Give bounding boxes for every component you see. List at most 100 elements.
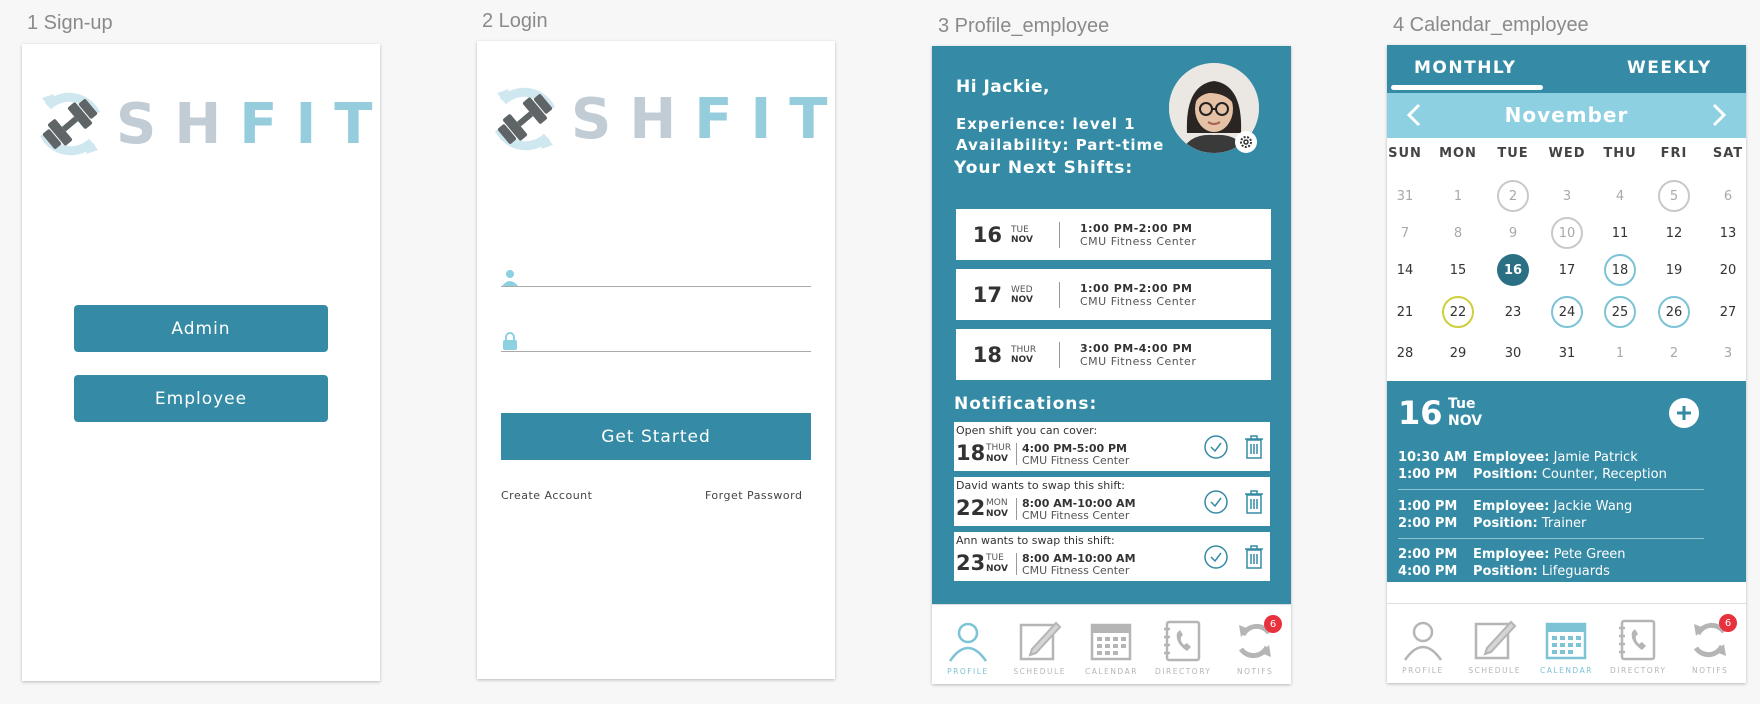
next-shifts-title: Your Next Shifts:: [954, 158, 1134, 178]
agenda-day: 16: [1398, 394, 1443, 432]
weekday-header: WED: [1548, 146, 1586, 161]
calendar-day[interactable]: 16: [1497, 254, 1529, 286]
agenda-month: NOV: [1448, 413, 1483, 429]
trash-icon[interactable]: [1243, 434, 1265, 460]
calendar-day[interactable]: 11: [1604, 217, 1636, 249]
calendar-day[interactable]: 28: [1389, 337, 1421, 369]
calendar-icon: [1091, 623, 1132, 661]
calendar-day[interactable]: 2: [1497, 180, 1529, 212]
calendar-day[interactable]: 19: [1658, 254, 1690, 286]
calendar-day[interactable]: 10: [1551, 217, 1583, 249]
calendar-day[interactable]: 5: [1658, 180, 1690, 212]
username-input[interactable]: [519, 264, 811, 286]
calendar-day[interactable]: 30: [1497, 337, 1529, 369]
artboard-label-login: 2 Login: [482, 10, 548, 32]
trash-icon[interactable]: [1243, 544, 1265, 570]
calendar-day[interactable]: 23: [1497, 296, 1529, 328]
calendar-day[interactable]: 27: [1712, 296, 1744, 328]
tab-schedule[interactable]: SCHEDULE: [1007, 619, 1073, 676]
artboard-label-calendar: 4 Calendar_employee: [1393, 14, 1589, 36]
settings-button[interactable]: [1235, 131, 1257, 153]
shift-time: 3:00 PM-4:00 PM: [1080, 341, 1193, 355]
notification-month: NOV: [986, 509, 1008, 519]
tab-profile[interactable]: PROFILE: [935, 619, 1001, 676]
add-event-button[interactable]: [1669, 398, 1699, 428]
calendar-day[interactable]: 3: [1712, 337, 1744, 369]
event-end: 2:00 PM: [1398, 516, 1458, 531]
calendar-day[interactable]: 1: [1604, 337, 1636, 369]
agenda-event[interactable]: 1:00 PM Employee: Jackie Wang 2:00 PM Posi…: [1398, 499, 1704, 533]
calendar-day[interactable]: 9: [1497, 217, 1529, 249]
artboard-label-profile: 3 Profile_employee: [938, 15, 1110, 37]
tab-label: CALENDAR: [1540, 666, 1593, 675]
tab-calendar[interactable]: CALENDAR: [1533, 618, 1599, 675]
accept-check-icon[interactable]: [1204, 435, 1228, 459]
calendar-day[interactable]: 1: [1442, 180, 1474, 212]
tab-bar: PROFILE SCHEDULE CALENDAR DIRECTORY NOTI…: [1387, 603, 1746, 683]
calendar-day[interactable]: 20: [1712, 254, 1744, 286]
username-field[interactable]: [501, 261, 811, 287]
notification-day: 23: [956, 551, 986, 575]
calendar-day[interactable]: 6: [1712, 180, 1744, 212]
calendar-day[interactable]: 18: [1604, 254, 1636, 286]
phone-directory-icon: [1619, 619, 1656, 661]
calendar-day[interactable]: 13: [1712, 217, 1744, 249]
dumbbell-refresh-logo-icon: [494, 87, 556, 151]
tab-weekly[interactable]: WEEKLY: [1627, 58, 1712, 78]
calendar-day[interactable]: 25: [1604, 296, 1636, 328]
divider: [1016, 498, 1017, 520]
divider: [1016, 553, 1017, 575]
employee-button[interactable]: Employee: [74, 375, 328, 422]
chevron-right-icon[interactable]: [1705, 102, 1731, 128]
calendar-day[interactable]: 8: [1442, 217, 1474, 249]
shift-card[interactable]: 18 THUR NOV 3:00 PM-4:00 PM CMU Fitness Ce…: [956, 329, 1271, 380]
get-started-button[interactable]: Get Started: [501, 413, 811, 460]
calendar-day[interactable]: 12: [1658, 217, 1690, 249]
edit-schedule-icon: [1474, 620, 1517, 660]
active-tab-indicator: [1391, 85, 1543, 90]
forget-password-link[interactable]: Forget Password: [705, 489, 802, 502]
calendar-day[interactable]: 2: [1658, 337, 1690, 369]
tab-notifs[interactable]: NOTIFS 6: [1677, 614, 1743, 675]
calendar-day[interactable]: 4: [1604, 180, 1636, 212]
calendar-day[interactable]: 29: [1442, 337, 1474, 369]
divider: [1059, 281, 1060, 308]
admin-button[interactable]: Admin: [74, 305, 328, 352]
shift-weekday: WED: [1011, 284, 1033, 295]
accept-check-icon[interactable]: [1204, 490, 1228, 514]
tab-notifs[interactable]: NOTIFS 6: [1222, 615, 1288, 676]
calendar-day[interactable]: 15: [1442, 254, 1474, 286]
trash-icon[interactable]: [1243, 489, 1265, 515]
calendar-day[interactable]: 24: [1551, 296, 1583, 328]
tab-schedule[interactable]: SCHEDULE: [1462, 618, 1528, 675]
tab-calendar[interactable]: CALENDAR: [1078, 619, 1144, 676]
calendar-day[interactable]: 31: [1389, 180, 1421, 212]
password-input[interactable]: [519, 329, 811, 351]
weekday-header: FRI: [1660, 146, 1688, 161]
tab-profile[interactable]: PROFILE: [1390, 618, 1456, 675]
position-label: Position:: [1473, 467, 1538, 482]
calendar-day[interactable]: 3: [1551, 180, 1583, 212]
weekday-header: THU: [1603, 146, 1637, 161]
tab-directory[interactable]: DIRECTORY: [1150, 619, 1216, 676]
agenda-event[interactable]: 2:00 PM Employee: Pete Green 4:00 PM Posit…: [1398, 547, 1704, 581]
calendar-day[interactable]: 31: [1551, 337, 1583, 369]
calendar-day[interactable]: 14: [1389, 254, 1421, 286]
password-field[interactable]: [501, 326, 811, 352]
tab-directory[interactable]: DIRECTORY: [1605, 618, 1671, 675]
tab-label: SCHEDULE: [1468, 666, 1521, 675]
shift-card[interactable]: 16 TUE NOV 1:00 PM-2:00 PM CMU Fitness Cen…: [956, 209, 1271, 260]
tab-monthly[interactable]: MONTHLY: [1414, 58, 1516, 78]
agenda-event[interactable]: 10:30 AM Employee: Jamie Patrick 1:00 PM P…: [1398, 450, 1704, 484]
create-account-link[interactable]: Create Account: [501, 489, 592, 502]
calendar-day[interactable]: 22: [1442, 296, 1474, 328]
calendar-day[interactable]: 21: [1389, 296, 1421, 328]
calendar-day[interactable]: 7: [1389, 217, 1421, 249]
phone-directory-icon: [1164, 620, 1201, 662]
calendar-day[interactable]: 17: [1551, 254, 1583, 286]
calendar-icon: [1546, 622, 1587, 660]
notification-card: Ann wants to swap this shift: 23 TUE NOV…: [954, 532, 1270, 581]
calendar-day[interactable]: 26: [1658, 296, 1690, 328]
accept-check-icon[interactable]: [1204, 545, 1228, 569]
shift-card[interactable]: 17 WED NOV 1:00 PM-2:00 PM CMU Fitness Cen…: [956, 269, 1271, 320]
